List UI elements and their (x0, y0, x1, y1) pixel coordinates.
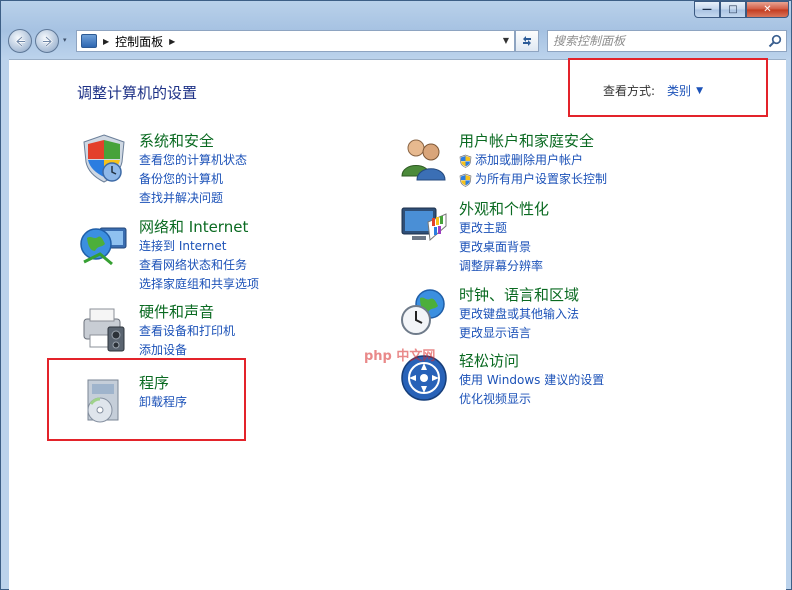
breadcrumb-arrow-icon[interactable]: ▶ (169, 37, 175, 46)
link-uninstall-program[interactable]: 卸载程序 (139, 393, 409, 412)
content-area: 调整计算机的设置 查看方式: 类别 ▼ 系统和安全 查看您的计算机状态 备份您的… (9, 59, 786, 590)
link-parental-controls[interactable]: 为所有用户设置家长控制 (459, 170, 729, 189)
chevron-down-icon[interactable]: ▼ (696, 86, 703, 96)
link-add-remove-accounts[interactable]: 添加或删除用户帐户 (459, 151, 729, 170)
category-title[interactable]: 系统和安全 (139, 132, 409, 151)
category-title[interactable]: 时钟、语言和区域 (459, 286, 729, 305)
category-title[interactable]: 轻松访问 (459, 352, 729, 371)
link-change-keyboards[interactable]: 更改键盘或其他输入法 (459, 305, 729, 324)
search-input[interactable] (553, 33, 763, 49)
link-text[interactable]: 为所有用户设置家长控制 (475, 170, 607, 189)
category-title[interactable]: 网络和 Internet (139, 218, 409, 237)
view-by-label: 查看方式: (603, 84, 656, 98)
globe-network-icon[interactable] (78, 218, 130, 270)
link-recommended-settings[interactable]: 使用 Windows 建议的设置 (459, 371, 729, 390)
shield-flag-icon[interactable] (78, 132, 130, 184)
uac-shield-icon (459, 154, 472, 168)
view-by-dropdown[interactable]: 类别 (667, 82, 691, 99)
caption-buttons: — □ ✕ (694, 1, 789, 18)
view-by: 查看方式: 类别 ▼ (603, 82, 703, 99)
printer-speaker-icon[interactable] (78, 303, 130, 355)
link-change-background[interactable]: 更改桌面背景 (459, 238, 729, 257)
clock-globe-icon[interactable] (398, 286, 450, 338)
refresh-icon (523, 36, 531, 46)
link-connect-internet[interactable]: 连接到 Internet (139, 237, 409, 256)
control-panel-icon (81, 34, 97, 48)
minimize-button[interactable]: — (694, 1, 720, 18)
link-view-computer-status[interactable]: 查看您的计算机状态 (139, 151, 409, 170)
link-text[interactable]: 添加或删除用户帐户 (475, 151, 583, 170)
page-title: 调整计算机的设置 (77, 84, 198, 102)
search-box (547, 30, 787, 52)
users-icon[interactable] (398, 132, 450, 184)
monitor-palette-icon[interactable] (398, 200, 450, 252)
control-panel-window: — □ ✕ ▾ ▶ 控制面板 ▶ ▼ 调整计算 (0, 0, 792, 590)
forward-arrow-icon (42, 35, 53, 47)
link-network-status[interactable]: 查看网络状态和任务 (139, 256, 409, 275)
link-display-language[interactable]: 更改显示语言 (459, 324, 729, 343)
category-title[interactable]: 程序 (139, 374, 409, 393)
link-optimize-video[interactable]: 优化视频显示 (459, 390, 729, 409)
link-homegroup-sharing[interactable]: 选择家庭组和共享选项 (139, 275, 409, 294)
uac-shield-icon (459, 173, 472, 187)
address-bar[interactable]: ▶ 控制面板 ▶ ▼ (76, 30, 515, 52)
back-arrow-icon (14, 35, 25, 47)
breadcrumb-control-panel[interactable]: 控制面板 (115, 33, 163, 50)
link-screen-resolution[interactable]: 调整屏幕分辨率 (459, 257, 729, 276)
breadcrumb-arrow-icon[interactable]: ▶ (103, 37, 109, 46)
category-title[interactable]: 用户帐户和家庭安全 (459, 132, 729, 151)
address-dropdown-icon[interactable]: ▼ (503, 36, 509, 45)
link-backup-computer[interactable]: 备份您的计算机 (139, 170, 409, 189)
back-button[interactable] (8, 29, 32, 53)
close-button[interactable]: ✕ (746, 1, 789, 18)
search-icon[interactable] (768, 34, 782, 48)
category-title[interactable]: 硬件和声音 (139, 303, 409, 322)
link-devices-printers[interactable]: 查看设备和打印机 (139, 322, 409, 341)
recent-pages-dropdown[interactable]: ▾ (63, 36, 67, 44)
maximize-button[interactable]: □ (720, 1, 746, 18)
programs-disc-icon[interactable] (78, 374, 130, 426)
refresh-button[interactable] (515, 30, 539, 52)
link-change-theme[interactable]: 更改主题 (459, 219, 729, 238)
forward-button[interactable] (35, 29, 59, 53)
link-troubleshoot[interactable]: 查找并解决问题 (139, 189, 409, 208)
category-title[interactable]: 外观和个性化 (459, 200, 729, 219)
watermark: php 中文网 (364, 349, 436, 364)
